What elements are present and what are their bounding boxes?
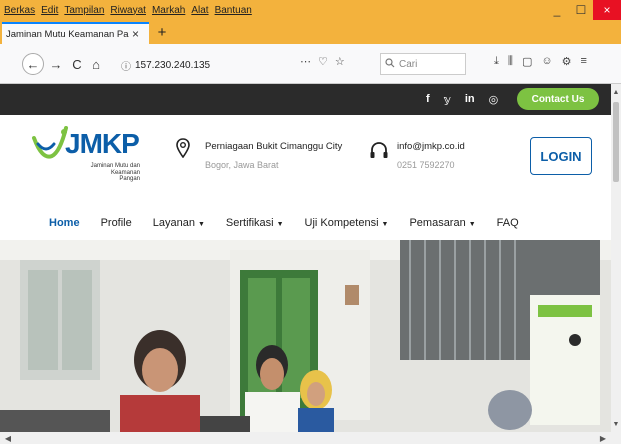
login-button[interactable]: LOGIN <box>530 137 592 175</box>
facebook-icon[interactable]: f <box>426 93 430 106</box>
main-navigation: Home Profile Layanan ▼ Sertifikasi ▼ Uji K… <box>0 206 611 240</box>
search-placeholder: Cari <box>399 58 418 70</box>
contact-phone: 0251 7592270 <box>397 160 455 170</box>
logo-tagline: Jaminan Mutu dan Keamanan Pangan <box>90 163 140 183</box>
contact-us-button[interactable]: Contact Us <box>517 88 599 110</box>
caret-down-icon: ▼ <box>468 221 476 228</box>
nav-layanan-label: Layanan <box>152 217 195 229</box>
scroll-left-icon[interactable]: ◀ <box>2 432 14 444</box>
nav-sertifikasi[interactable]: Sertifikasi ▼ <box>226 217 295 229</box>
menu-item-bantuan[interactable]: Bantuan <box>215 5 252 16</box>
nav-pemasaran[interactable]: Pemasaran ▼ <box>409 217 486 229</box>
sidebar-icon[interactable]: ▢ <box>522 55 532 68</box>
menu-item-riwayat[interactable]: Riwayat <box>110 5 146 16</box>
nav-home-label: Home <box>49 217 80 229</box>
site-info-icon[interactable]: ⓘ <box>121 58 131 73</box>
nav-uji-kompetensi[interactable]: Uji Kompetensi ▼ <box>305 217 400 229</box>
menu-item-markah[interactable]: Markah <box>152 5 185 16</box>
scroll-up-icon[interactable]: ▲ <box>611 86 621 98</box>
minimize-button[interactable]: _ <box>545 0 569 20</box>
nav-faq[interactable]: FAQ <box>497 217 530 229</box>
nav-home[interactable]: Home <box>49 217 91 229</box>
logo-name: JMKP <box>65 128 140 159</box>
nav-profile[interactable]: Profile <box>101 217 143 229</box>
logo-tagline-line2: Keamanan Pangan <box>110 169 140 183</box>
account-icon[interactable]: ☺ <box>541 55 552 68</box>
site-logo[interactable]: JMKP Jaminan Mutu dan Keamanan Pangan <box>30 120 140 190</box>
hero-photo-illustration <box>0 240 611 432</box>
downloads-icon[interactable]: ⤓ <box>494 55 499 68</box>
back-button[interactable]: ← <box>22 53 44 75</box>
window-titlebar: Berkas Edit Tampilan Riwayat Markah Alat… <box>0 0 621 20</box>
address-line2: Bogor, Jawa Barat <box>205 160 279 170</box>
nav-sertifikasi-label: Sertifikasi <box>225 217 274 229</box>
nav-layanan[interactable]: Layanan ▼ <box>153 217 216 229</box>
nav-profile-label: Profile <box>100 217 132 229</box>
nav-toolbar: ← → C ⌂ ⓘ 157.230.240.135 ⋯ ♡ ☆ Cari ⤓ ⫼… <box>0 44 621 84</box>
caret-down-icon: ▼ <box>276 221 284 228</box>
menu-icon[interactable]: ≡ <box>580 55 586 68</box>
caret-down-icon: ▼ <box>381 221 389 228</box>
menu-item-tampilan[interactable]: Tampilan <box>64 5 104 16</box>
scroll-down-icon[interactable]: ▼ <box>611 418 621 430</box>
extension-icon[interactable]: ⚙ <box>562 55 572 68</box>
location-pin-icon <box>176 138 190 158</box>
web-page: f 𝕪 in ◎ Contact Us JMKP Jaminan Mutu da… <box>0 84 611 432</box>
hero-photo <box>0 240 611 432</box>
tab-jmkp[interactable]: Jaminan Mutu Keamanan Pangan ( × <box>2 22 149 44</box>
scroll-thumb[interactable] <box>613 102 619 182</box>
home-button[interactable]: ⌂ <box>86 54 106 74</box>
menu-item-alat[interactable]: Alat <box>191 5 208 16</box>
nav-faq-label: FAQ <box>496 217 519 229</box>
library-icon[interactable]: ⫼ <box>508 55 513 68</box>
top-social-strip: f 𝕪 in ◎ Contact Us <box>0 84 611 115</box>
twitter-icon[interactable]: 𝕪 <box>444 93 451 106</box>
new-tab-button[interactable]: + <box>153 22 171 42</box>
linkedin-icon[interactable]: in <box>465 93 475 106</box>
logo-tagline-line1: Jaminan Mutu dan <box>90 163 140 169</box>
pocket-icon[interactable]: ♡ <box>318 55 328 68</box>
menu-item-berkas[interactable]: Berkas <box>4 5 35 16</box>
caret-down-icon: ▼ <box>197 221 205 228</box>
contact-email[interactable]: info@jmkp.co.id <box>397 141 465 152</box>
tab-title: Jaminan Mutu Keamanan Pangan ( <box>6 28 129 40</box>
page-actions-icon[interactable]: ⋯ <box>300 55 311 68</box>
nav-pemasaran-label: Pemasaran <box>409 217 466 229</box>
address-line1: Perniagaan Bukit Cimanggu City <box>205 141 343 152</box>
site-header: JMKP Jaminan Mutu dan Keamanan Pangan Pe… <box>0 115 611 208</box>
close-window-button[interactable]: × <box>593 0 621 20</box>
logo-emblem-icon <box>32 126 68 159</box>
maximize-button[interactable]: ☐ <box>569 0 593 20</box>
horizontal-scrollbar[interactable]: ◀ ▶ <box>0 432 621 444</box>
nav-uji-kompetensi-label: Uji Kompetensi <box>304 217 379 229</box>
search-icon <box>385 57 395 71</box>
scroll-right-icon[interactable]: ▶ <box>597 432 609 444</box>
menu-item-edit[interactable]: Edit <box>41 5 58 16</box>
instagram-icon[interactable]: ◎ <box>489 93 499 106</box>
reload-button[interactable]: C <box>67 54 87 74</box>
bookmark-star-icon[interactable]: ☆ <box>335 55 345 68</box>
tab-close-icon[interactable]: × <box>132 27 139 41</box>
headset-icon <box>370 142 388 158</box>
forward-button[interactable]: → <box>46 54 66 74</box>
vertical-scrollbar[interactable]: ▲ ▼ <box>611 84 621 432</box>
tab-strip: Jaminan Mutu Keamanan Pangan ( × + <box>0 20 621 44</box>
menu-bar: Berkas Edit Tampilan Riwayat Markah Alat… <box>0 5 252 16</box>
url-text: 157.230.240.135 <box>135 59 211 71</box>
search-input[interactable]: Cari <box>380 53 466 75</box>
